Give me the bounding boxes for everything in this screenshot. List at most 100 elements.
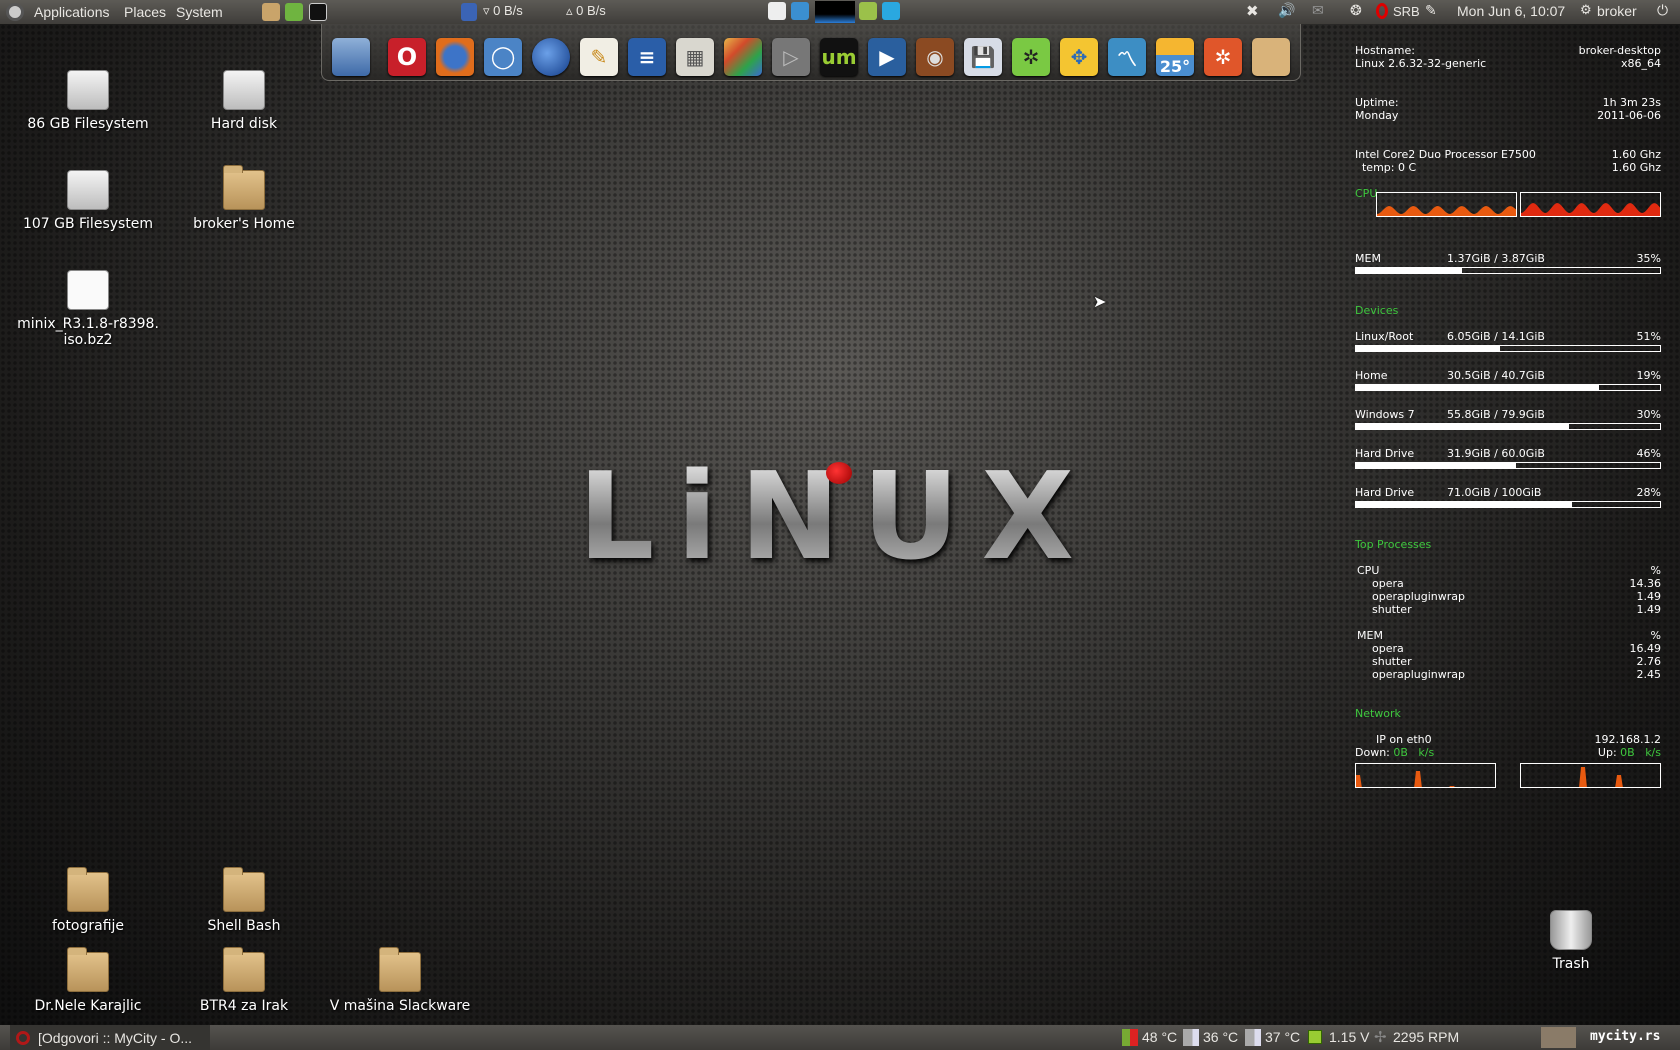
calculator-icon[interactable]: ▦ [676,38,714,76]
desktop-icon-home[interactable]: broker's Home [169,165,319,232]
desktop-icon-shell-bash[interactable]: Shell Bash [169,867,319,934]
desktop-icon-label: 107 GB Filesystem [22,216,154,232]
device-percent: 46% [1636,447,1661,460]
devices-title: Devices [1355,304,1399,317]
menu-applications[interactable]: Applications [28,4,116,20]
mail-icon[interactable]: ✉ [1312,2,1324,19]
dropbox-icon[interactable]: ✖ [1246,2,1259,20]
desktop-icon-label: minix_R3.1.8-r8398. iso.bz2 [17,316,159,348]
shutter-icon[interactable] [791,2,809,20]
device-percent: 51% [1636,330,1661,343]
top-cpu-pct-header: % [1650,564,1661,577]
system-monitor-icon[interactable]: 〽 [1108,38,1146,76]
desktop-icon-trash[interactable]: Trash [1496,910,1646,972]
device-label: Hard Drive [1355,447,1415,460]
top-processes-title: Top Processes [1355,538,1432,551]
opera-mail-icon[interactable] [1376,3,1388,19]
device-bar [1355,501,1661,508]
network-icon[interactable]: ❂ [1350,2,1362,19]
desktop-icon-dr-nele-karajlic[interactable]: Dr.Nele Karajlic [13,947,163,1014]
device-percent: 30% [1636,408,1661,421]
desktop-icon-minix-archive[interactable]: minix_R3.1.8-r8398. iso.bz2 [13,270,163,348]
device-usage: 71.0GiB / 100GiB [1447,486,1542,499]
device-bar [1355,423,1661,430]
clock[interactable]: Mon Jun 6, 10:07 [1457,3,1565,19]
date-value: 2011-06-06 [1597,109,1661,122]
device-label: Linux/Root [1355,330,1414,343]
tool-icon[interactable]: ✎ [1425,2,1437,19]
folder-icon [67,947,109,992]
floppy-save-icon[interactable]: 💾 [964,38,1002,76]
menu-places[interactable]: Places [118,4,172,20]
drive-icon [223,70,265,110]
acrobat-icon[interactable] [768,2,786,20]
kernel-value: Linux 2.6.32-32-generic [1355,57,1487,70]
process-name: operapluginwrap [1372,668,1466,681]
power-icon[interactable]: ⏻ [1657,2,1668,19]
desktop-icon-label: Shell Bash [207,918,281,934]
ubuntu-icon[interactable]: ✲ [1204,38,1242,76]
mem-label: MEM [1355,252,1381,265]
taskbar-item-opera[interactable]: [Odgovori :: MyCity - O... [10,1025,210,1050]
mem-bar-fill [1356,268,1463,273]
cpu-name: Intel Core2 Duo Processor E7500 [1355,148,1536,161]
desktop-icon-btr4-za-irak[interactable]: BTR4 za Irak [169,947,319,1014]
sensor-temp-1: 48 °C [1142,1029,1178,1045]
net-up-value: 0 B/s [576,3,606,18]
skype-status-icon[interactable] [859,2,877,20]
user-icon: ⚙ [1580,2,1592,17]
device-bar [1355,462,1661,469]
hostname-value: broker-desktop [1578,44,1661,57]
folder-icon [67,867,109,912]
device-label: Hard Drive [1355,486,1415,499]
desktop-icon-107gb-filesystem[interactable]: 107 GB Filesystem [13,170,163,232]
fan-icon: ✢ [1374,1029,1387,1046]
desktop-icon-v-masina-slackware[interactable]: V mašina Slackware [325,947,475,1014]
workspace-switcher-icon[interactable] [332,38,370,76]
menu-system[interactable]: System [170,4,229,20]
volume-icon[interactable]: 🔊 [1278,2,1295,19]
openoffice-writer-icon[interactable]: ≡ [628,38,666,76]
speaker-icon[interactable]: ◉ [916,38,954,76]
vmware-icon[interactable]: ✥ [1060,38,1098,76]
package-updater-icon[interactable] [262,3,280,21]
workspace-switcher[interactable] [1541,1027,1576,1048]
ip-value: 192.168.1.2 [1594,733,1661,746]
opera-icon[interactable]: O [388,38,426,76]
firefox-icon[interactable] [436,38,474,76]
google-earth-icon[interactable] [532,38,570,76]
media-player-icon[interactable]: ▷ [772,38,810,76]
keyboard-layout[interactable]: SRB [1393,4,1420,19]
sensor-voltage: 1.15 V [1329,1029,1370,1045]
folder-icon[interactable] [1252,38,1290,76]
up-rate: Up: 0B k/s [1598,746,1661,759]
process-name: shutter [1372,603,1412,616]
ubuntu-logo-icon[interactable] [6,3,24,21]
text-editor-icon[interactable]: ✎ [580,38,618,76]
weather-icon[interactable]: 25° [1156,38,1194,76]
chromium-icon[interactable]: ◯ [484,38,522,76]
paint-icon[interactable] [724,38,762,76]
desktop-icon-label: BTR4 za Irak [199,998,289,1014]
sensor-fan-rpm: 2295 RPM [1393,1029,1460,1045]
up-value: 0B k/s [1620,746,1661,759]
download-manager-icon[interactable] [285,3,303,21]
desktop-icon-label: fotografije [51,918,125,934]
skype-icon[interactable] [882,2,900,20]
archive-icon [67,270,109,310]
day-value: Monday [1355,109,1399,122]
terminal-icon[interactable] [309,3,327,21]
folder-icon [379,947,421,992]
network-monitor-icon [461,3,477,21]
video-player-icon[interactable]: ▶ [868,38,906,76]
user-menu[interactable]: broker [1597,3,1637,19]
umplayer-icon[interactable]: um [820,38,858,76]
process-name: opera [1372,577,1404,590]
top-mem-header: MEM [1357,629,1383,642]
ubuntu-green-icon[interactable]: ✲ [1012,38,1050,76]
desktop-icon-86gb-filesystem[interactable]: 86 GB Filesystem [13,70,163,132]
desktop-icon-fotografije[interactable]: fotografije [13,867,163,934]
top-panel: Applications Places System ▿ 0 B/s ▵ 0 B… [0,0,1680,24]
desktop-icon-hard-disk[interactable]: Hard disk [169,70,319,132]
device-usage: 31.9GiB / 60.0GiB [1447,447,1545,460]
